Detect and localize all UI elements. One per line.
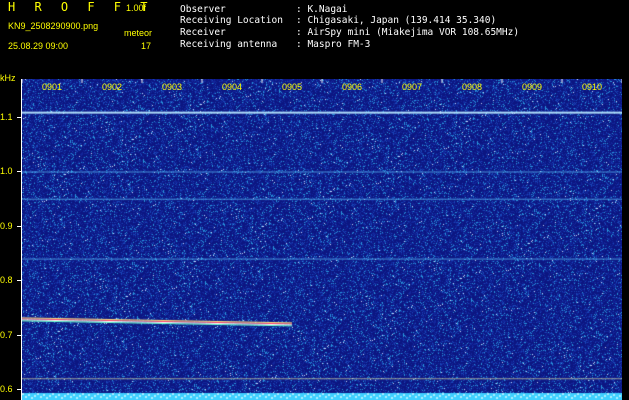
spectrogram-plot bbox=[22, 79, 622, 400]
y-tick bbox=[17, 225, 22, 227]
datetime: 25.08.29 09:00 bbox=[8, 41, 69, 51]
y-tick-label: 1.1 bbox=[0, 112, 13, 123]
x-tick-label: 0904 bbox=[222, 82, 243, 92]
y-tick bbox=[17, 171, 22, 173]
header-panel: H R O F F T 1.00f KN9_2508290900.png met… bbox=[0, 0, 629, 77]
x-tick-label: 0906 bbox=[342, 82, 363, 92]
y-tick bbox=[17, 117, 22, 119]
antenna-value: : Maspro FM-3 bbox=[296, 39, 371, 50]
y-tick bbox=[17, 334, 22, 336]
location-value: : Chigasaki, Japan (139.414 35.340) bbox=[296, 15, 497, 26]
receiver-key: Receiver bbox=[180, 27, 226, 38]
y-tick-label: 1.0 bbox=[0, 166, 13, 177]
location-key: Receiving Location bbox=[180, 15, 283, 26]
x-tick-label: 0903 bbox=[162, 82, 183, 92]
x-tick-label: 0909 bbox=[522, 82, 543, 92]
meteor-label: meteor bbox=[124, 28, 153, 38]
observer-value: : K.Nagai bbox=[296, 4, 348, 15]
spectrogram-canvas bbox=[22, 79, 622, 400]
file-name: KN9_2508290900.png bbox=[8, 21, 99, 31]
x-tick-label: 0902 bbox=[102, 82, 123, 92]
y-tick-label: 0.6 bbox=[0, 384, 13, 395]
version-label: 1.00f bbox=[126, 3, 147, 13]
y-tick-label: 0.8 bbox=[0, 275, 13, 286]
observer-key: Observer bbox=[180, 4, 226, 15]
x-tick-label: 0910 bbox=[582, 82, 603, 92]
receiver-value: : AirSpy mini (Miakejima VOR 108.65MHz) bbox=[296, 27, 520, 38]
y-tick bbox=[17, 280, 22, 282]
y-tick-label: 0.7 bbox=[0, 329, 13, 340]
x-tick-label: 0905 bbox=[282, 82, 303, 92]
x-tick-label: 0901 bbox=[42, 82, 63, 92]
x-tick-label: 0908 bbox=[462, 82, 483, 92]
y-tick bbox=[17, 389, 22, 391]
x-tick-label: 0907 bbox=[402, 82, 423, 92]
antenna-key: Receiving antenna bbox=[180, 39, 278, 50]
y-axis-unit: kHz bbox=[0, 73, 16, 83]
y-tick-label: 0.9 bbox=[0, 220, 13, 231]
meteor-count: 17 bbox=[141, 41, 152, 51]
